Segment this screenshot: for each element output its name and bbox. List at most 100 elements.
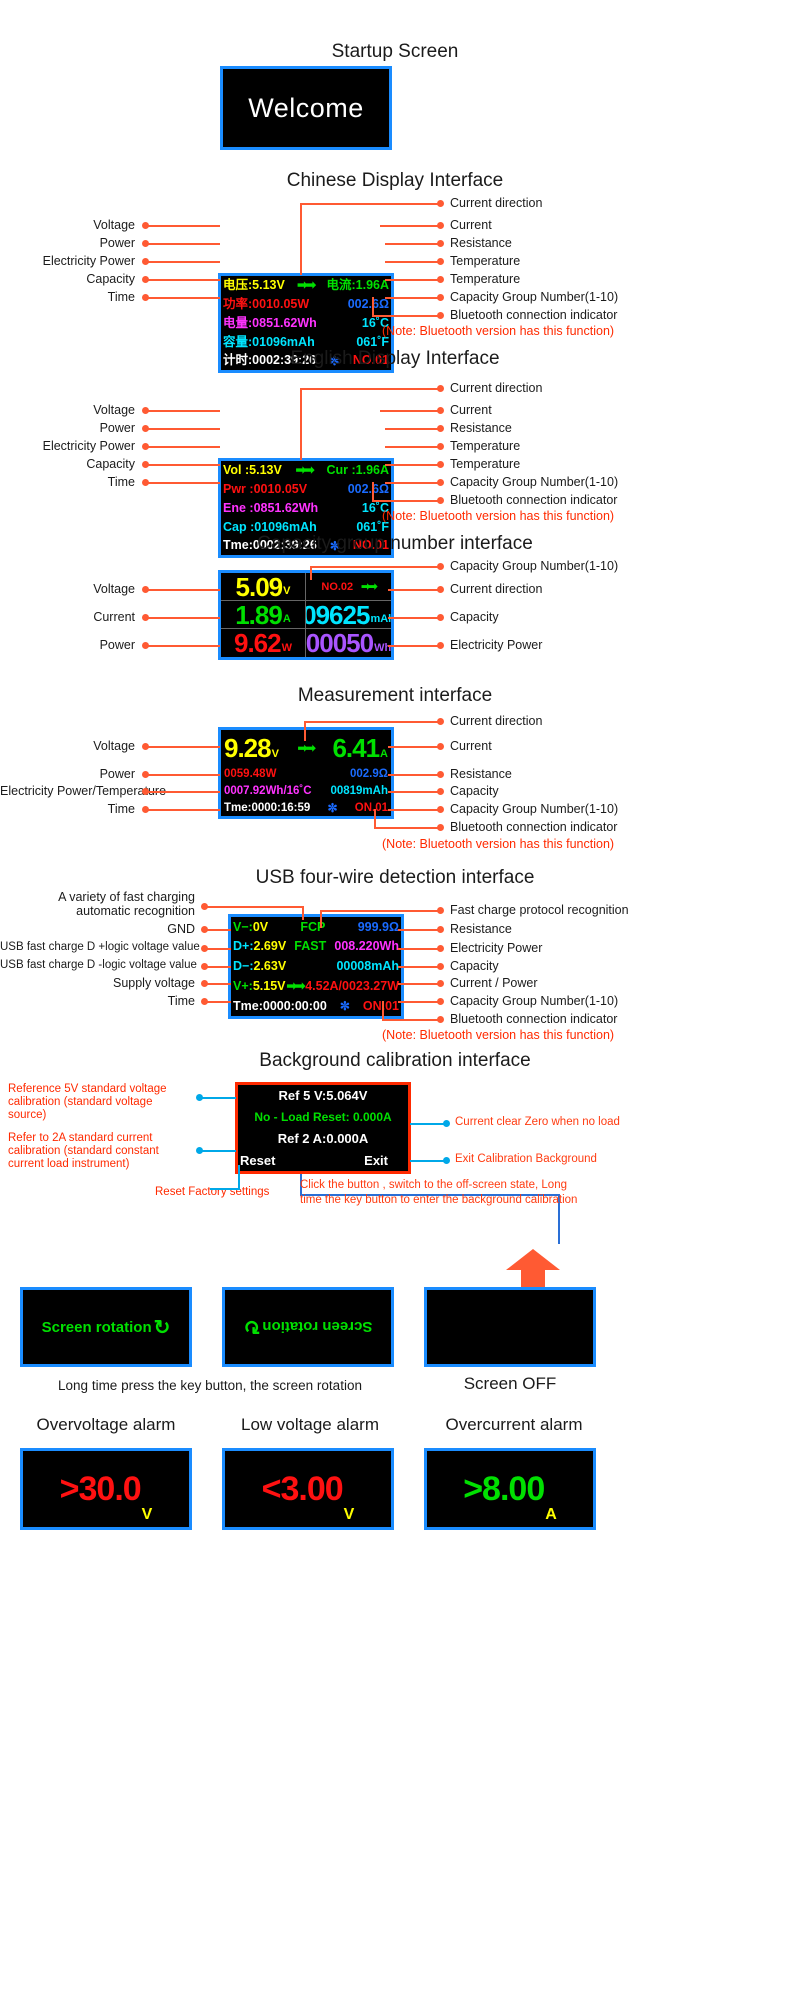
- calibration-note-exit: Exit Calibration Background: [455, 1153, 597, 1165]
- callout-label-resistance: Resistance: [450, 421, 512, 435]
- cell-value: 00050: [306, 629, 374, 657]
- callout-line: [207, 948, 231, 950]
- callout-line: [385, 446, 439, 448]
- arrow-right-icon: ➡➡: [297, 278, 316, 293]
- callout-line: [385, 464, 439, 466]
- callout-line: [372, 482, 374, 500]
- cell-value: 09625: [306, 601, 370, 629]
- callout-label-dplus: USB fast charge D +logic voltage value: [0, 941, 200, 953]
- callout-line: [388, 791, 439, 793]
- measurement-rows: 9.28V ➡➡ 6.41A 0059.48W 002.9Ω 0007.92Wh…: [221, 730, 391, 816]
- callout-label-electricity-power: Electricity Power: [42, 254, 135, 268]
- row-right-value: 002.6Ω: [347, 481, 389, 496]
- callout-label-time: Time: [107, 290, 135, 304]
- section-title-usb-four-wire: USB four-wire detection interface: [255, 867, 535, 888]
- callout-label-voltage: Voltage: [93, 218, 135, 232]
- callout-line: [385, 243, 439, 245]
- startup-screen-panel: Welcome: [220, 66, 392, 150]
- callout-line: [148, 746, 220, 748]
- callout-line: [148, 446, 220, 448]
- callout-line: [398, 948, 439, 950]
- bluetooth-icon: ✼: [327, 800, 338, 815]
- callout-label-capacity-group: Capacity Group Number(1-10): [450, 559, 619, 573]
- row-value: 2.69V: [253, 939, 287, 954]
- table-row: 电量: 0851.62Wh 16˚C: [221, 314, 391, 333]
- current-unit: A: [380, 747, 388, 760]
- notice-up-arrow-icon: [505, 1248, 561, 1290]
- screen-rotation-text: Screen rotation: [41, 1318, 152, 1336]
- screen-rotation-panel-flipped: Screen rotation ↻: [222, 1287, 394, 1367]
- callout-line: [374, 809, 376, 827]
- callout-line: [388, 809, 439, 811]
- callout-line: [210, 1188, 240, 1190]
- poster-root: Startup Screen Welcome Chinese Display I…: [0, 0, 790, 2000]
- row-key: V−:: [233, 919, 253, 934]
- callout-line: [207, 906, 303, 908]
- cell-value: 9.62: [234, 629, 282, 657]
- cell-value: NO.02: [321, 580, 354, 593]
- row-value: 5.13V: [252, 278, 285, 293]
- row-right: 002.9Ω: [350, 768, 388, 781]
- callout-line: [148, 279, 220, 281]
- callout-label-current-direction: Current direction: [450, 381, 543, 395]
- calibration-noload-reset: No - Load Reset: 0.000A: [254, 1110, 392, 1125]
- callout-label-electricity-power: Electricity Power: [450, 638, 543, 652]
- table-row: Ref 5 V:5.064V: [238, 1085, 408, 1107]
- row-value: 0V: [252, 919, 269, 934]
- callout-label-temperature-f: Temperature: [450, 457, 521, 471]
- row-value: 5.15V: [252, 979, 286, 994]
- row-right-label: Cur :: [326, 463, 356, 478]
- row-label: Ene :: [223, 500, 254, 515]
- reset-button[interactable]: Reset: [240, 1154, 275, 1167]
- table-row: V+: 5.15V ➡➡ 4.52A/0023.27W: [231, 976, 401, 996]
- callout-label-power: Power: [99, 767, 135, 781]
- callout-line: [385, 428, 439, 430]
- row-left: Tme:0000:16:59: [224, 801, 311, 814]
- callout-label-electricity-power: Electricity Power: [42, 439, 135, 453]
- rotate-icon: ↻: [243, 1315, 261, 1338]
- lowvoltage-alarm-panel: <3.00 V: [222, 1448, 394, 1530]
- callout-label-current-power: Current / Power: [450, 976, 538, 990]
- callout-line: [302, 906, 304, 920]
- row-value: 0851.62Wh: [253, 500, 319, 515]
- table-row: Pwr :0010.05V 002.6Ω: [221, 480, 391, 499]
- callout-line: [398, 1001, 439, 1003]
- row-right-value: 1.96A: [355, 278, 389, 293]
- row-right: 4.52A/0023.27W: [305, 979, 399, 994]
- row-value: 0010.05V: [253, 481, 308, 496]
- callout-line: [148, 225, 220, 227]
- grid-cell-electricity-power: 00050 Wh: [306, 629, 391, 657]
- callout-line: [385, 297, 439, 299]
- callout-label-bluetooth: Bluetooth connection indicator: [450, 493, 618, 507]
- callout-line: [207, 983, 231, 985]
- callout-line: [398, 929, 439, 931]
- table-row: V−: 0V FCP 999.9Ω: [231, 917, 401, 937]
- callout-note-bluetooth: (Note: Bluetooth version has this functi…: [382, 837, 615, 851]
- cell-value: 5.09: [235, 573, 284, 601]
- callout-label-gnd: GND: [167, 922, 195, 936]
- callout-line: [148, 791, 220, 793]
- row-value: 0851.62Wh: [252, 315, 317, 330]
- screen-off-caption: Screen OFF: [463, 1374, 557, 1393]
- table-row: 功率: 0010.05W 002.6Ω: [221, 295, 391, 314]
- arrow-right-icon: ➡➡: [361, 581, 378, 593]
- callout-note-bluetooth: (Note: Bluetooth version has this functi…: [382, 324, 615, 338]
- exit-button[interactable]: Exit: [364, 1154, 388, 1167]
- calibration-note-clear-zero: Current clear Zero when no load: [455, 1116, 620, 1128]
- row-right: 008.220Wh: [334, 939, 399, 954]
- screen-rotation-text: Screen rotation: [262, 1318, 373, 1336]
- row-label: Pwr :: [223, 481, 254, 496]
- callout-line: [148, 464, 220, 466]
- row-right-label: 电流:: [326, 278, 356, 293]
- callout-note-bluetooth: (Note: Bluetooth version has this functi…: [382, 509, 615, 523]
- callout-line: [382, 1019, 439, 1021]
- row-key: D−:: [233, 959, 254, 974]
- arrow-right-icon: ➡➡: [286, 979, 305, 994]
- callout-label-current-direction: Current direction: [450, 582, 543, 596]
- callout-line: [300, 388, 439, 390]
- section-title-measurement: Measurement interface: [297, 685, 493, 706]
- voltage-unit: V: [271, 747, 279, 760]
- callout-label-electricity-temp: Electricity Power/Temperature: [0, 784, 167, 798]
- callout-label-voltage: Voltage: [93, 582, 135, 596]
- row-label: Cap :: [223, 519, 255, 534]
